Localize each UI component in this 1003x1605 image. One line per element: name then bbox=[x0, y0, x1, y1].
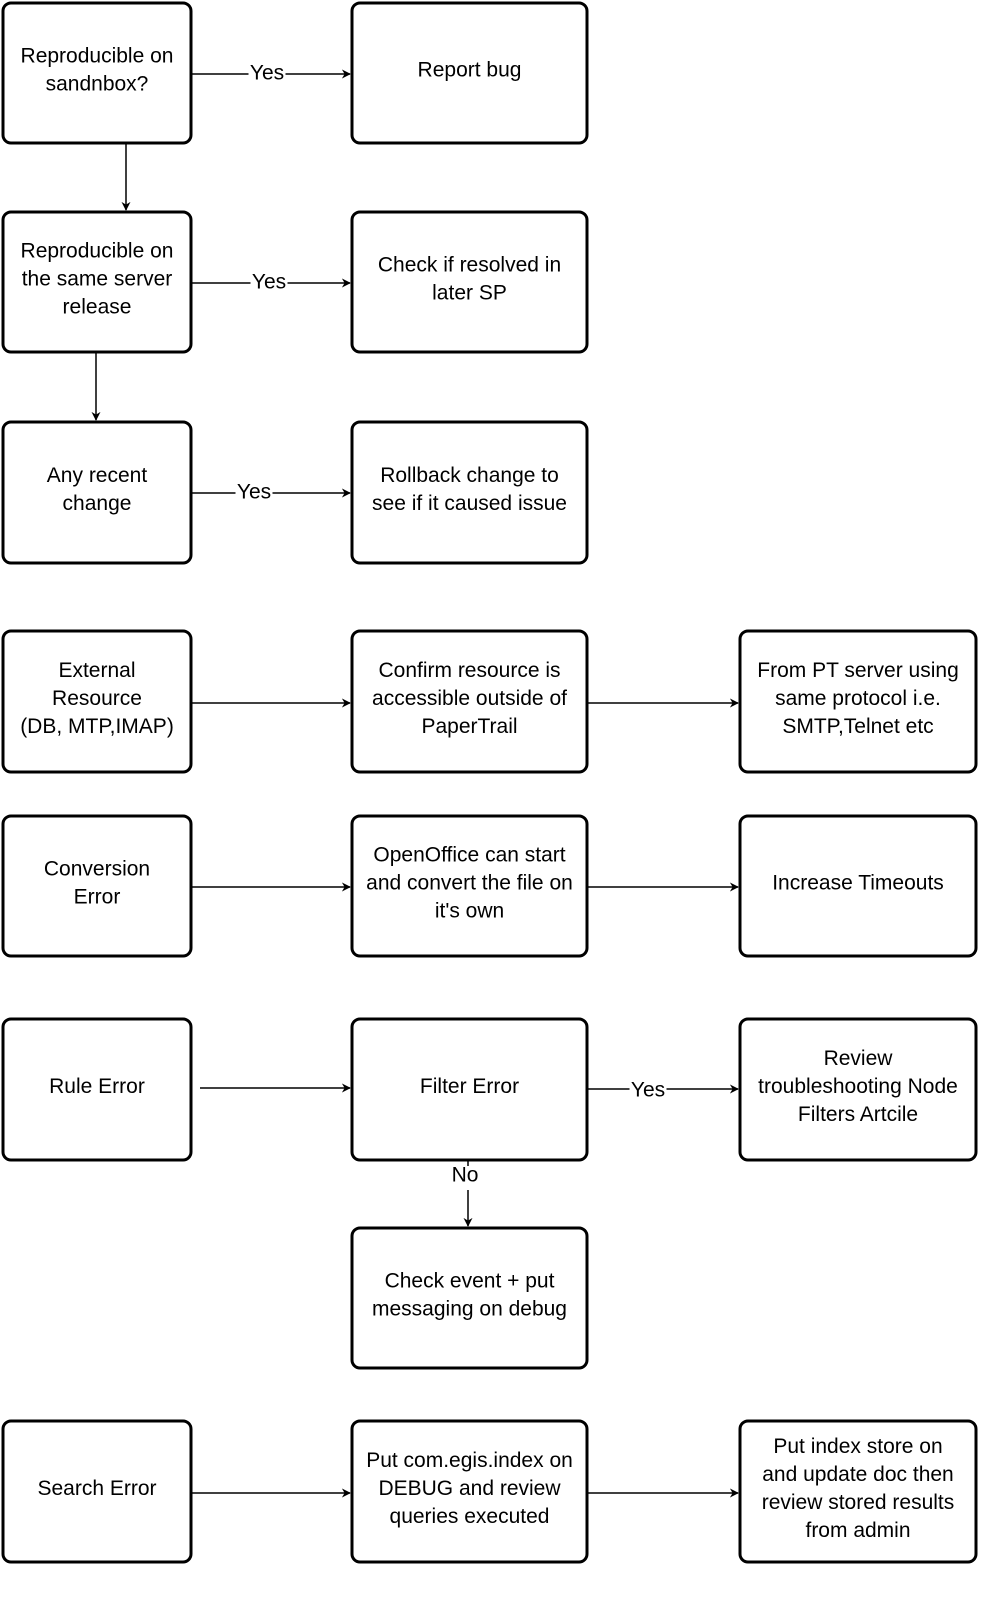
node-rule-error: Rule Error bbox=[1, 1017, 193, 1162]
node-openoffice: OpenOffice can start and convert the file… bbox=[350, 814, 589, 958]
edge-label: Yes bbox=[250, 62, 284, 85]
node-label: (DB, MTP,IMAP) bbox=[20, 715, 174, 738]
node-label: PaperTrail bbox=[421, 715, 517, 738]
node-sandbox: Reproducible on sandnbox? bbox=[1, 1, 193, 145]
node-from-pt-server: From PT server using same protocol i.e. SM… bbox=[738, 629, 978, 774]
node-external-resource: External Resource (DB, MTP,IMAP) bbox=[1, 629, 193, 774]
node-label: Check if resolved in bbox=[378, 254, 561, 277]
node-label: Reproducible on bbox=[21, 240, 174, 263]
node-label: queries executed bbox=[390, 1505, 550, 1528]
flowchart: YesYesYesYesNo Reproducible onsandnbox?R… bbox=[1, 1, 978, 1564]
edge-recent-change-to-rollback: Yes bbox=[191, 481, 351, 504]
node-label: Error bbox=[74, 886, 121, 909]
node-same-release: Reproducible on the same server release bbox=[1, 210, 193, 354]
node-label: Report bug bbox=[418, 59, 522, 82]
node-label: Put index store on bbox=[773, 1435, 942, 1458]
node-label: Increase Timeouts bbox=[772, 872, 944, 895]
node-label: Reproducible on bbox=[21, 45, 174, 68]
edge-label: Yes bbox=[252, 271, 286, 294]
node-recent-change: Any recent change bbox=[1, 420, 193, 565]
node-check-event: Check event + put messaging on debug bbox=[350, 1226, 589, 1370]
node-rollback: Rollback change to see if it caused issue bbox=[350, 420, 589, 565]
edge-sandbox-to-report-bug: Yes bbox=[191, 62, 351, 85]
node-label: Conversion bbox=[44, 858, 150, 881]
node-label: review stored results bbox=[762, 1491, 955, 1514]
node-increase-timeouts: Increase Timeouts bbox=[738, 814, 978, 958]
node-label: Rollback change to bbox=[380, 464, 559, 487]
node-label: OpenOffice can start bbox=[373, 844, 565, 867]
edge-label: Yes bbox=[237, 481, 271, 504]
node-label: from admin bbox=[805, 1519, 910, 1542]
node-label: Review bbox=[824, 1047, 894, 1070]
node-label: External bbox=[58, 659, 135, 682]
edge-filter-error-to-review-filters: Yes bbox=[587, 1079, 739, 1102]
edge-label: Yes bbox=[631, 1079, 665, 1102]
node-label: it's own bbox=[435, 900, 504, 923]
edge-filter-error-to-check-event: No bbox=[452, 1160, 479, 1227]
edge-label: No bbox=[452, 1164, 479, 1187]
node-label: change bbox=[63, 492, 132, 515]
node-label: Filter Error bbox=[420, 1075, 519, 1098]
node-review-filters: Review troubleshooting Node Filters Artcil… bbox=[738, 1017, 978, 1162]
node-label: troubleshooting Node bbox=[758, 1075, 958, 1098]
node-check-sp: Check if resolved in later SP bbox=[350, 210, 589, 354]
node-label: and update doc then bbox=[762, 1463, 954, 1486]
node-label: Put com.egis.index on bbox=[366, 1449, 573, 1472]
node-index-store: Put index store on and update doc then rev… bbox=[738, 1419, 978, 1564]
node-label: Search Error bbox=[37, 1477, 156, 1500]
node-index-debug: Put com.egis.index on DEBUG and review que… bbox=[350, 1419, 589, 1564]
node-label: accessible outside of bbox=[372, 687, 567, 710]
node-filter-error: Filter Error bbox=[350, 1017, 589, 1162]
node-label: Any recent bbox=[47, 464, 148, 487]
node-label: the same server bbox=[22, 268, 173, 291]
node-label: and convert the file on bbox=[366, 872, 573, 895]
node-label: From PT server using bbox=[757, 659, 959, 682]
node-confirm-resource: Confirm resource is accessible outside of… bbox=[350, 629, 589, 774]
node-label: same protocol i.e. bbox=[775, 687, 941, 710]
node-label: Resource bbox=[52, 687, 142, 710]
node-label: DEBUG and review bbox=[378, 1477, 561, 1500]
node-search-error: Search Error bbox=[1, 1419, 193, 1564]
node-label: later SP bbox=[432, 282, 507, 305]
node-label: SMTP,Telnet etc bbox=[782, 715, 933, 738]
node-conversion-error: Conversion Error bbox=[1, 814, 193, 958]
edge-same-release-to-check-sp: Yes bbox=[191, 271, 351, 294]
node-label: release bbox=[63, 296, 132, 319]
node-label: Check event + put bbox=[385, 1270, 555, 1293]
node-label: Confirm resource is bbox=[378, 659, 560, 682]
node-label: Rule Error bbox=[49, 1075, 145, 1098]
node-report-bug: Report bug bbox=[350, 1, 589, 145]
node-label: messaging on debug bbox=[372, 1298, 567, 1321]
node-label: sandnbox? bbox=[46, 73, 149, 96]
node-label: see if it caused issue bbox=[372, 492, 567, 515]
node-label: Filters Artcile bbox=[798, 1103, 918, 1126]
